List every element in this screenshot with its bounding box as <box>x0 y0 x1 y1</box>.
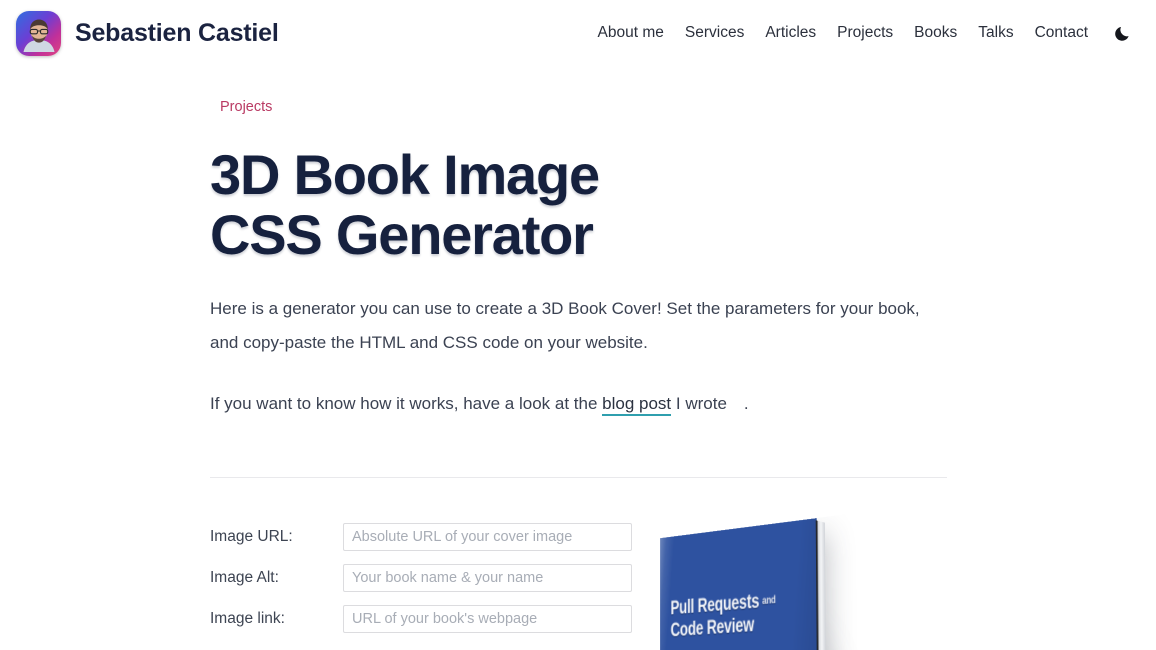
intro-paragraph-2-prefix: If you want to know how it works, have a… <box>210 393 603 413</box>
avatar <box>16 10 61 56</box>
breadcrumb-projects[interactable]: Projects <box>220 99 272 115</box>
moon-icon <box>1115 26 1129 41</box>
book-cover-and: and <box>762 593 776 608</box>
page-title: 3D Book Image CSS Generator <box>210 145 947 265</box>
generator-form: Image URL: Image Alt: Image link: <box>210 522 640 646</box>
book-cover-title-line-2: Code Review <box>670 612 755 642</box>
book-preview-stage: Pull Requests and Code Review <box>652 517 952 650</box>
avatar-photo-icon <box>23 19 54 52</box>
dark-mode-toggle-button[interactable] <box>1109 25 1132 42</box>
nav-item-about-me[interactable]: About me <box>598 24 664 42</box>
label-image-link: Image link: <box>210 609 285 627</box>
page-content: Projects 3D Book Image CSS Generator Her… <box>0 66 1156 650</box>
form-row-image-url: Image URL: <box>210 522 640 551</box>
page-title-line-2: CSS Generator <box>210 202 594 266</box>
intro-paragraph-2-end: . <box>743 393 749 413</box>
label-image-alt: Image Alt: <box>210 568 279 586</box>
image-alt-input[interactable] <box>343 563 632 592</box>
book-preview-column: Pull Requests and Code Review <box>640 517 947 650</box>
brand-name: Sebastien Castiel <box>75 18 279 47</box>
image-url-input[interactable] <box>343 522 632 551</box>
nav-item-books[interactable]: Books <box>914 24 957 42</box>
intro-paragraph-1: Here is a generator you can use to creat… <box>210 298 920 352</box>
nav-item-articles[interactable]: Articles <box>765 24 816 42</box>
nav-item-talks[interactable]: Talks <box>978 24 1013 42</box>
brand-logo-link[interactable]: Sebastien Castiel <box>16 10 279 56</box>
intro-paragraph-2: If you want to know how it works, have a… <box>210 387 947 421</box>
site-header: Sebastien Castiel About me Services Arti… <box>0 0 1156 66</box>
book-front-cover: Pull Requests and Code Review <box>659 517 819 650</box>
book-3d-preview: Pull Requests and Code Review <box>659 517 828 650</box>
image-link-input[interactable] <box>343 604 632 633</box>
book-cover-title-line-1: Pull Requests and <box>670 589 776 620</box>
nav-item-contact[interactable]: Contact <box>1035 24 1088 42</box>
nav-item-services[interactable]: Services <box>685 24 744 42</box>
form-row-image-alt: Image Alt: <box>210 563 640 592</box>
intro-paragraph-2-suffix: I wrote <box>671 393 727 413</box>
nav-item-projects[interactable]: Projects <box>837 24 893 42</box>
label-image-url: Image URL: <box>210 527 293 545</box>
form-row-image-link: Image link: <box>210 604 640 633</box>
main-navigation: About me Services Articles Projects Book… <box>598 24 1132 42</box>
book-cover-text: Pull Requests and Code Review <box>671 589 776 642</box>
page-title-line-1: 3D Book Image <box>210 143 600 206</box>
section-divider <box>210 476 947 478</box>
blog-post-link[interactable]: blog post <box>602 393 672 416</box>
generator-section: Image URL: Image Alt: Image link: <box>210 517 947 650</box>
